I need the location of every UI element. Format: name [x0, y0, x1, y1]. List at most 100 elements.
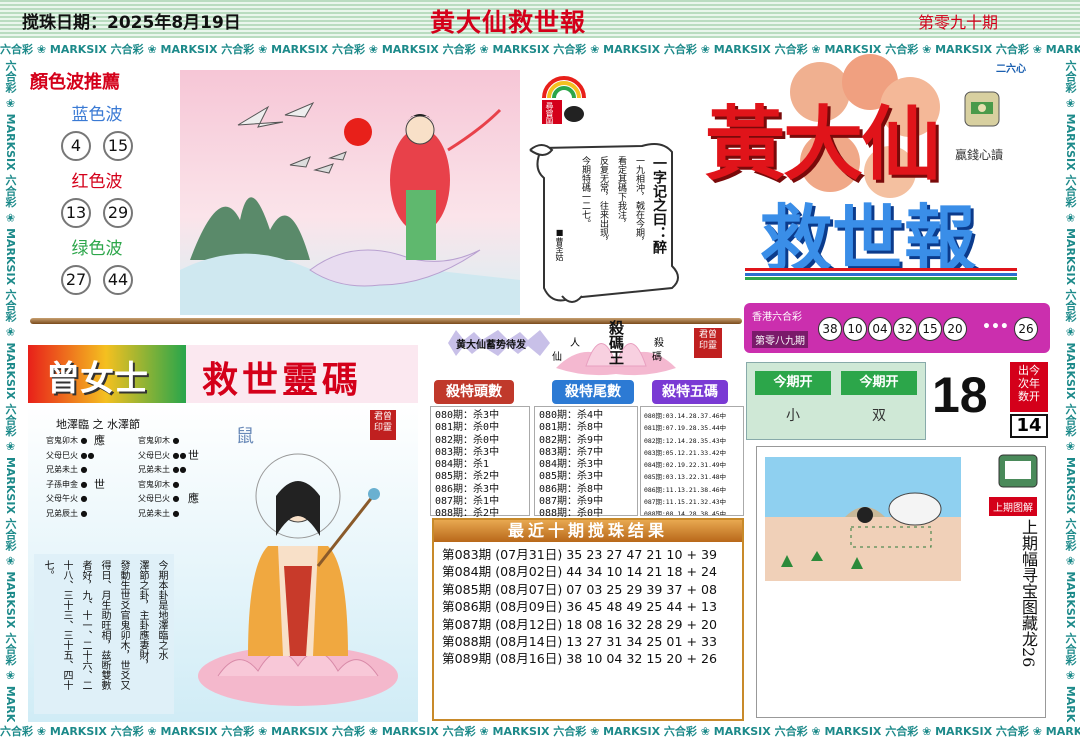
ling-title-part1: 曾女士	[46, 359, 148, 399]
hexagram-left-marks: 應世	[94, 434, 114, 521]
hexagram-title: 地澤臨 之 水澤節	[56, 418, 140, 431]
kill-table-row: 080期：杀3中	[435, 410, 500, 421]
main-title-line1: 黃大仙	[705, 97, 941, 191]
lotus-left-top: 人	[570, 338, 580, 349]
tab-kill-head: 殺特頭數	[434, 380, 514, 404]
treasure-map-badge: 尋寶圖	[540, 70, 588, 126]
wave-recommend-panel: 顏色波推薦 蓝色波 4 15 红色波 13 29 绿色波 27 44	[22, 68, 172, 308]
period-head-1: 今期开	[755, 371, 831, 395]
kill-table-row: 082期：杀9中	[539, 434, 604, 446]
period-value-even: 双	[872, 408, 886, 424]
wave-ball: 4	[61, 131, 91, 161]
lotus-kill-king: 殺碼王 人 仙 殺 碼	[546, 318, 686, 378]
last-result-ball: 04	[868, 317, 892, 341]
kill-table-row: 081期：杀0中	[435, 422, 500, 434]
lotus-right: 碼	[652, 352, 662, 363]
kill-head-table: 080期：杀3中 081期：杀0中 082期：杀0中 083期：杀3中 084期：杀1 0…	[430, 406, 530, 544]
kill-table-row: 085期：杀3中	[539, 471, 604, 483]
period-side-text: 出今次年数开	[1010, 362, 1048, 412]
last-result-ball: 10	[843, 317, 867, 341]
results-title: 最近十期搅珠结果	[434, 520, 742, 542]
last-result-special: 26	[1014, 317, 1039, 341]
kill-table-row: 085期：杀2中	[435, 471, 500, 483]
wave-ball: 13	[61, 198, 91, 228]
watermark-right: 六合彩 ❀ MARKSIX 六合彩 ❀ MARKSIX 六合彩 ❀ MARKSI…	[1064, 60, 1077, 722]
kill-table-row: 084期：杀3中	[539, 459, 604, 471]
last-result-label: 香港六合彩	[752, 312, 802, 323]
tab-kill-five: 殺特五碼	[652, 380, 728, 404]
draw-date: 搅珠日期：2025年8月19日	[22, 13, 241, 33]
issue-number: 第零九十期	[918, 13, 999, 32]
immortal-scene-image	[180, 70, 520, 315]
kill-table-row: 084期：杀1	[435, 459, 490, 471]
wave-group-label: 红色波	[71, 172, 123, 192]
wave-ball: 44	[103, 265, 133, 295]
kill-table-row: 082期:12.14.28.35.43中	[644, 436, 727, 445]
last-image-badge: 上期图解	[989, 497, 1037, 516]
title-badge-top: 二六心	[996, 64, 1026, 75]
last-result-bar: 香港六合彩 第零八九期 38 10 04 32 15 20 ••• 26	[744, 303, 1050, 353]
verse-column: 得日、月生助旺相，兹断雙數	[99, 560, 110, 690]
hexagram-line	[94, 507, 114, 522]
wave-group-balls: 27 44	[22, 265, 172, 295]
hexagram-line	[94, 492, 114, 507]
kill-table-row: 081期：杀8中	[539, 422, 604, 434]
hexagram-line	[94, 449, 114, 464]
scroll-line: 一九相沖，戟在今期，	[634, 156, 644, 246]
wave-group-label: 绿色波	[71, 239, 123, 259]
results-list: 第083期 (07月31日) 35 23 27 47 21 10 + 39 第08…	[434, 542, 742, 668]
this-period-box: 今期开 今期开 小 双 18 14 出今次年数开	[746, 362, 1048, 442]
lady-illustration	[198, 453, 398, 706]
ling-ma-title: 曾女士 救世靈碼	[28, 345, 418, 403]
verse-column: 七。	[42, 560, 53, 580]
last-result-ball: 38	[818, 317, 842, 341]
wave-ball: 15	[103, 131, 133, 161]
scroll-line: 今期特碼一二七。	[580, 156, 590, 228]
kill-table-row: 082期：杀0中	[435, 434, 500, 446]
result-row: 第084期 (08月02日) 44 34 10 14 21 18 + 24	[442, 564, 718, 580]
period-value-small: 小	[786, 408, 800, 424]
wave-group-label: 蓝色波	[71, 105, 123, 125]
lotus-right-top: 殺	[654, 338, 664, 349]
kill-tail-table: 080期：杀4中 081期：杀8中 082期：杀9中 083期：杀7中 084期：杀3中…	[534, 406, 638, 544]
last-result-issue: 第零八九期	[752, 331, 808, 348]
potential-tag-label: 黄大仙蓄势待发	[456, 340, 526, 351]
kill-table-row: 081期:07.19.28.35.44中	[644, 424, 727, 433]
wave-title: 顏色波推薦	[30, 72, 120, 93]
title-stripes	[745, 268, 1017, 280]
result-row: 第083期 (07月31日) 35 23 27 47 21 10 + 39	[442, 547, 718, 562]
kill-table-row: 083期：杀3中	[435, 446, 500, 458]
recent-results-panel: 最近十期搅珠结果 第083期 (07月31日) 35 23 27 47 21 1…	[432, 518, 744, 721]
wave-group-balls: 13 29	[22, 198, 172, 228]
last-result-ball: 32	[893, 317, 917, 341]
kill-table-row: 080期：杀4中	[539, 410, 604, 421]
scroll-verse: 一字记之曰：醉 一九相沖，戟在今期， 看定其碼下我注， 反复无常，往来出现， 今期特碼…	[522, 138, 692, 308]
kill-table-row: 086期:11.13.21.38.46中	[644, 485, 727, 494]
scroll-line: 看定其碼下我注，	[616, 156, 626, 228]
result-row: 第089期 (08月16日) 38 10 04 32 15 20 + 26	[442, 651, 718, 667]
kill-table-row: 083期:05.12.21.33.42中	[644, 448, 727, 457]
last-result-dots: •••	[982, 319, 1009, 335]
big-number: 18	[932, 367, 988, 423]
kill-table-row: 080期:03.14.28.37.46中	[644, 412, 727, 420]
verse-column: 者好，九、十一、二十六、二	[80, 560, 91, 690]
kill-table-row: 083期：杀7中	[539, 446, 604, 458]
lotus-seal: 君曾印靈	[694, 328, 722, 358]
kill-table-row: 085期:03.13.22.31.48中	[644, 473, 727, 482]
hexagram-line: 應	[94, 434, 105, 447]
scroll-lines: 一九相沖，戟在今期， 看定其碼下我注， 反复无常，往来出现， 今期特碼一二七。	[570, 156, 646, 276]
kill-table-row: 087期：杀1中	[435, 496, 500, 508]
ling-title-part2: 救世靈碼	[202, 359, 363, 401]
odd-even-panel: 今期开 今期开 小 双	[746, 362, 926, 440]
watermark-bottom: 六合彩 ❀ MARKSIX 六合彩 ❀ MARKSIX 六合彩 ❀ MARKSI…	[0, 725, 1080, 738]
kill-table-row: 087期：杀9中	[539, 496, 604, 508]
tab-kill-tail: 殺特尾數	[552, 380, 634, 404]
verse-column: 發動生世爻官鬼卯木，世爻又	[118, 560, 129, 690]
result-row: 第088期 (08月14日) 13 27 31 34 25 01 + 33	[442, 634, 718, 650]
hexagram-line: 世	[94, 477, 105, 491]
lotus-center: 殺碼王	[607, 320, 625, 365]
kill-table-row: 084期:02.19.22.31.49中	[644, 461, 727, 470]
last-result-ball: 15	[918, 317, 942, 341]
hexagram-line	[94, 463, 114, 478]
last-result-numbers: 38 10 04 32 15 20	[818, 317, 968, 341]
